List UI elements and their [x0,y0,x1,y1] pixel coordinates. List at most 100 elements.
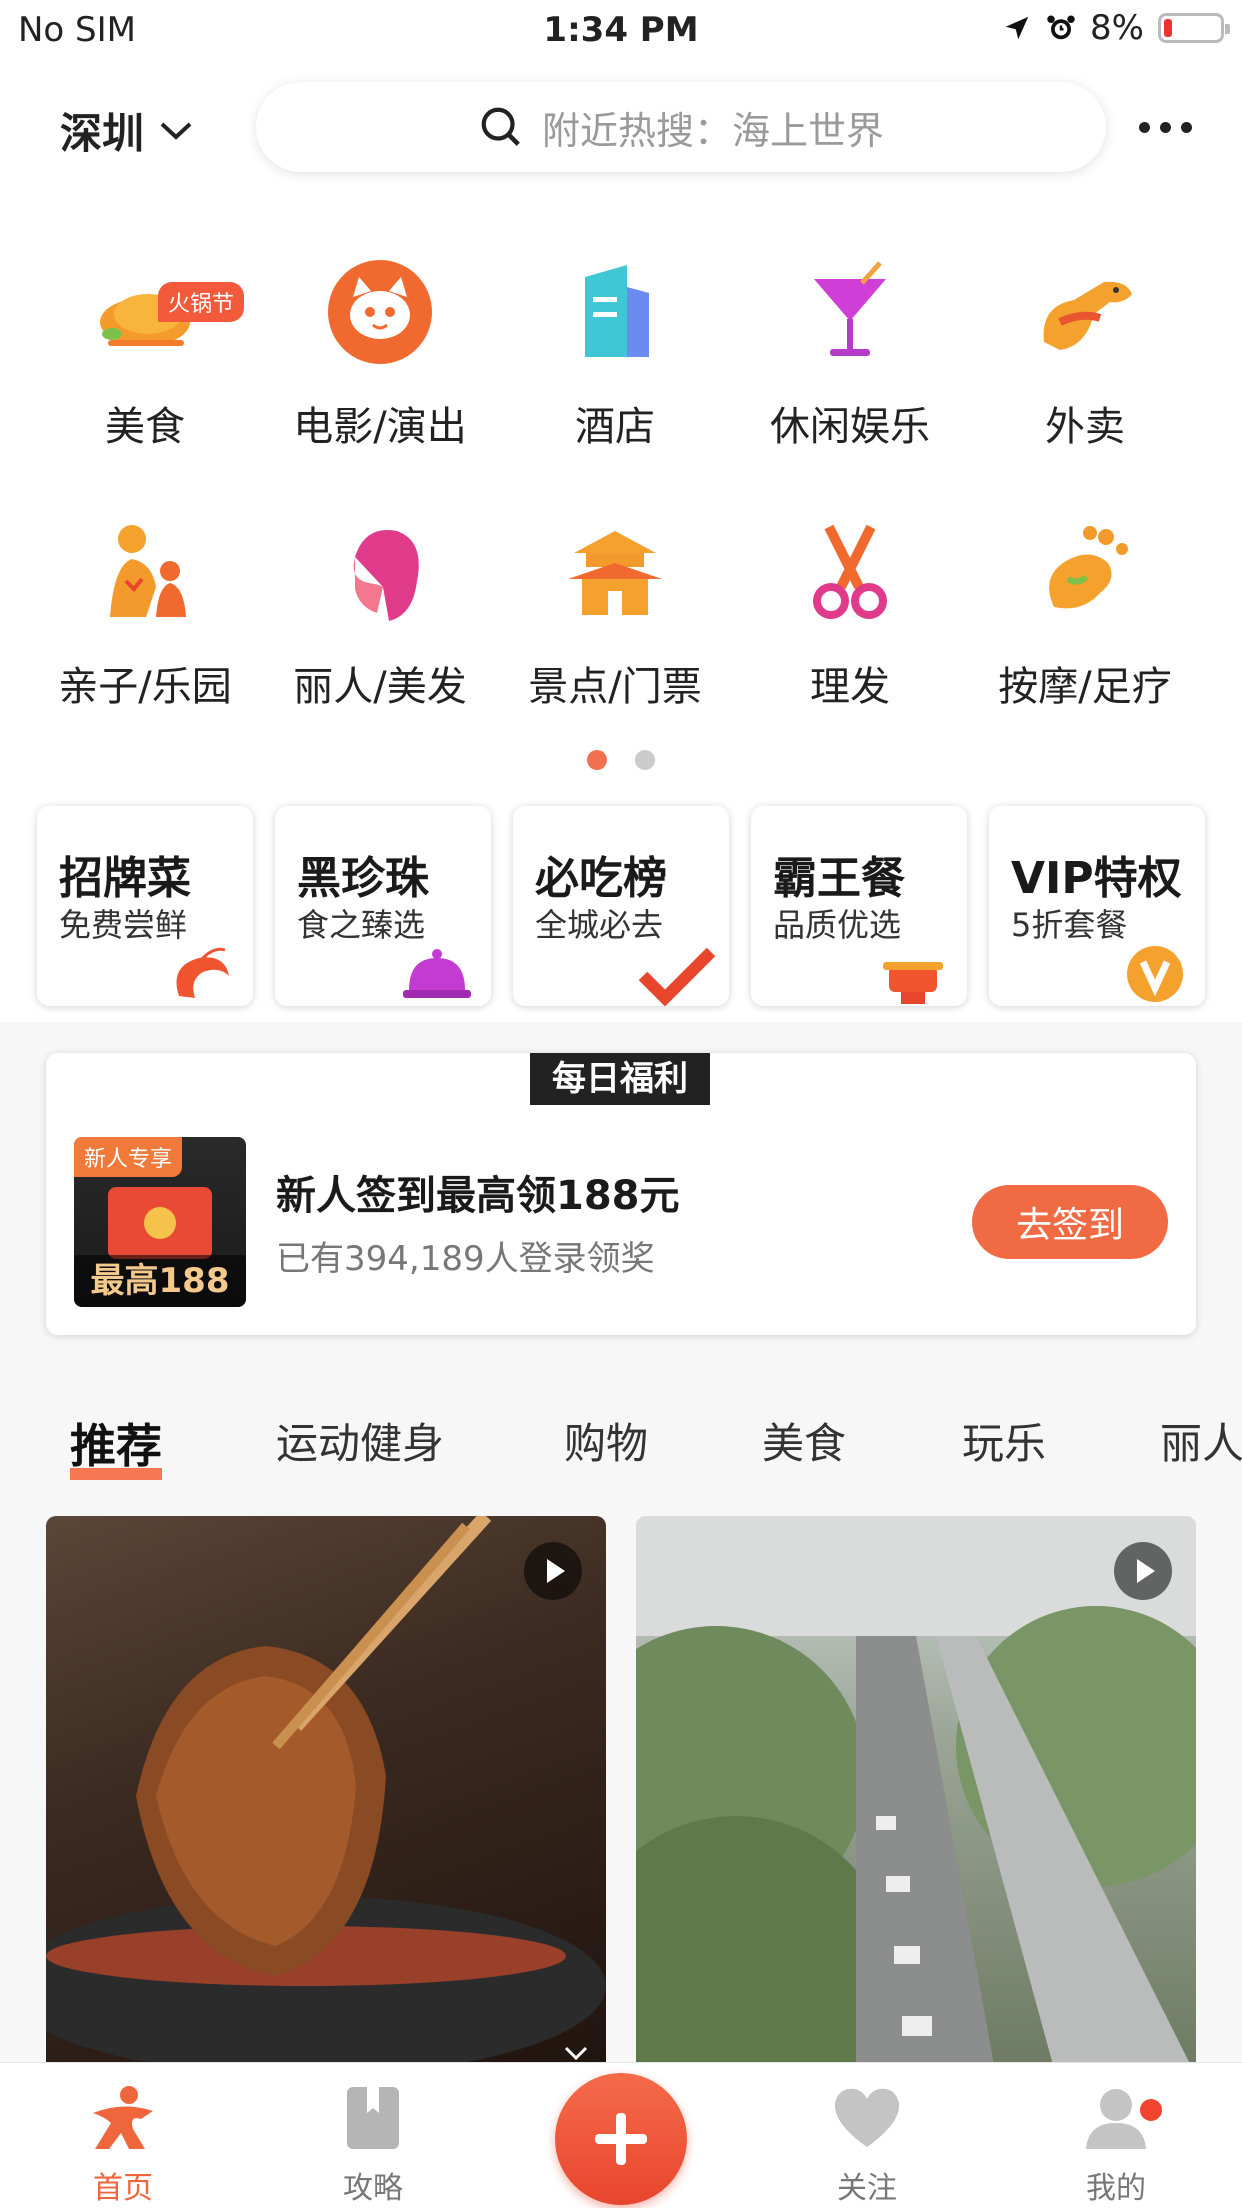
special-title: 招牌菜 [59,853,191,904]
parent-child-icon [85,512,205,632]
category-label: 电影/演出 [293,404,467,450]
header: 深圳 附近热搜：海上世界 [0,62,1242,212]
category-grid: 火锅节 美食 电影/演出 酒店 休闲娱乐 外卖 亲子/乐园 丽人/美发 景点/门… [0,212,1242,802]
page-indicator [0,750,1242,770]
search-bar[interactable]: 附近热搜：海上世界 [256,82,1106,172]
special-vip[interactable]: VIP特权 5折套餐 [989,806,1205,1006]
special-title: 必吃榜 [535,853,667,904]
tab-label: 关注 [837,2171,897,2206]
play-icon[interactable] [1114,1542,1172,1600]
special-subtitle: 5折套餐 [1011,906,1128,944]
page-dot[interactable] [587,750,607,770]
category-hotel[interactable]: 酒店 [500,252,730,452]
category-massage[interactable]: 按摩/足疗 [970,512,1200,712]
tab-guide[interactable]: 攻略 [273,2083,473,2207]
foot-icon [1025,512,1145,632]
battery-icon [1158,13,1230,43]
kangaroo-icon [1025,252,1145,372]
building-icon [555,252,675,372]
category-label: 外卖 [1045,404,1125,450]
search-icon [481,107,520,146]
street-photo [636,1516,1196,2076]
category-badge: 火锅节 [158,282,245,322]
tab-label: 推荐 [70,1419,162,1473]
welfare-title: 新人签到最高领188元 [276,1173,680,1219]
home-person-icon [93,2086,153,2149]
specials-row: 招牌菜 免费尝鲜 黑珍珠 食之臻选 必吃榜 全城必去 霸王餐 品质优选 VIP特… [0,802,1242,1022]
dish-cover-icon [403,949,471,998]
more-menu-button[interactable] [1139,122,1192,133]
heart-icon [834,2088,900,2147]
category-takeout[interactable]: 外卖 [970,252,1200,452]
page-dot[interactable] [635,750,655,770]
tab-recommend[interactable]: 推荐 [70,1410,162,1480]
cocktail-icon [790,252,910,372]
welfare-subtitle: 已有394,189人登录领奖 [276,1239,655,1279]
category-label: 理发 [810,664,890,710]
chevron-down-icon [160,122,192,140]
shrimp-icon [176,947,229,998]
cat-face-icon [320,252,440,372]
category-food[interactable]: 火锅节 美食 [30,252,260,452]
category-label: 酒店 [575,404,655,450]
meat-photo [46,1516,606,2076]
new-user-badge: 新人专享 [74,1137,183,1177]
special-title: 黑珍珠 [297,853,429,904]
special-free-meal[interactable]: 霸王餐 品质优选 [751,806,967,1006]
category-label: 按摩/足疗 [998,664,1172,710]
category-attractions[interactable]: 景点/门票 [500,512,730,712]
tab-food[interactable]: 美食 [762,1410,846,1471]
tab-label: 我的 [1086,2171,1146,2206]
tab-follow[interactable]: 关注 [767,2083,967,2207]
scissors-icon [790,512,910,632]
category-label: 丽人/美发 [293,664,467,710]
location-arrow-icon [1005,16,1029,40]
bookmark-icon [347,2087,399,2149]
tab-beauty[interactable]: 丽人 [1160,1410,1242,1471]
category-haircut[interactable]: 理发 [735,512,965,712]
city-selector[interactable]: 深圳 [60,100,194,161]
category-label: 美食 [105,404,185,450]
hotpot-icon [883,962,943,1004]
welfare-tag: 每日福利 [530,1053,710,1105]
play-icon[interactable] [524,1542,582,1600]
woman-hair-icon [320,512,440,632]
special-title: VIP特权 [1011,853,1182,904]
category-beauty[interactable]: 丽人/美发 [265,512,495,712]
notification-dot [1140,2099,1162,2121]
tab-shopping[interactable]: 购物 [564,1410,648,1471]
bottom-tab-bar: 首页 攻略 关注 我的 [0,2062,1242,2208]
tab-fitness[interactable]: 运动健身 [276,1410,444,1471]
feed-card-video[interactable] [46,1516,606,2076]
tab-home[interactable]: 首页 [23,2083,223,2207]
special-title: 霸王餐 [773,853,905,904]
status-bar: No SIM 1:34 PM 8% [0,0,1242,62]
category-leisure[interactable]: 休闲娱乐 [735,252,965,452]
image-caption: 最高188 [74,1255,246,1307]
category-movies[interactable]: 电影/演出 [265,252,495,452]
vip-v-icon [1127,946,1183,1002]
feed-tabs: 推荐 运动健身 购物 美食 玩乐 丽人 [0,1370,1242,1500]
tab-play[interactable]: 玩乐 [962,1410,1046,1471]
alarm-icon [1047,15,1075,40]
tab-label: 攻略 [343,2171,403,2206]
coin-icon [144,1207,176,1239]
category-family[interactable]: 亲子/乐园 [30,512,260,712]
battery-percent: 8% [1090,8,1144,48]
daily-welfare-card[interactable]: 每日福利 新人专享 最高188 新人签到最高领188元 已有394,189人登录… [46,1053,1196,1335]
category-label: 休闲娱乐 [770,404,930,450]
special-black-pearl[interactable]: 黑珍珠 食之臻选 [275,806,491,1006]
tab-label: 首页 [93,2171,153,2206]
category-label: 亲子/乐园 [58,664,232,710]
check-icon [638,947,715,1006]
tab-mine[interactable]: 我的 [1016,2083,1216,2207]
special-signature-dish[interactable]: 招牌菜 免费尝鲜 [37,806,253,1006]
red-envelope-image: 新人专享 最高188 [74,1137,246,1307]
sign-in-button[interactable]: 去签到 [972,1185,1168,1259]
category-label: 景点/门票 [528,664,702,710]
special-must-eat[interactable]: 必吃榜 全城必去 [513,806,729,1006]
city-name: 深圳 [60,109,145,158]
feed-card-video[interactable] [636,1516,1196,2076]
pagoda-icon [555,512,675,632]
plus-icon[interactable] [555,2073,687,2205]
